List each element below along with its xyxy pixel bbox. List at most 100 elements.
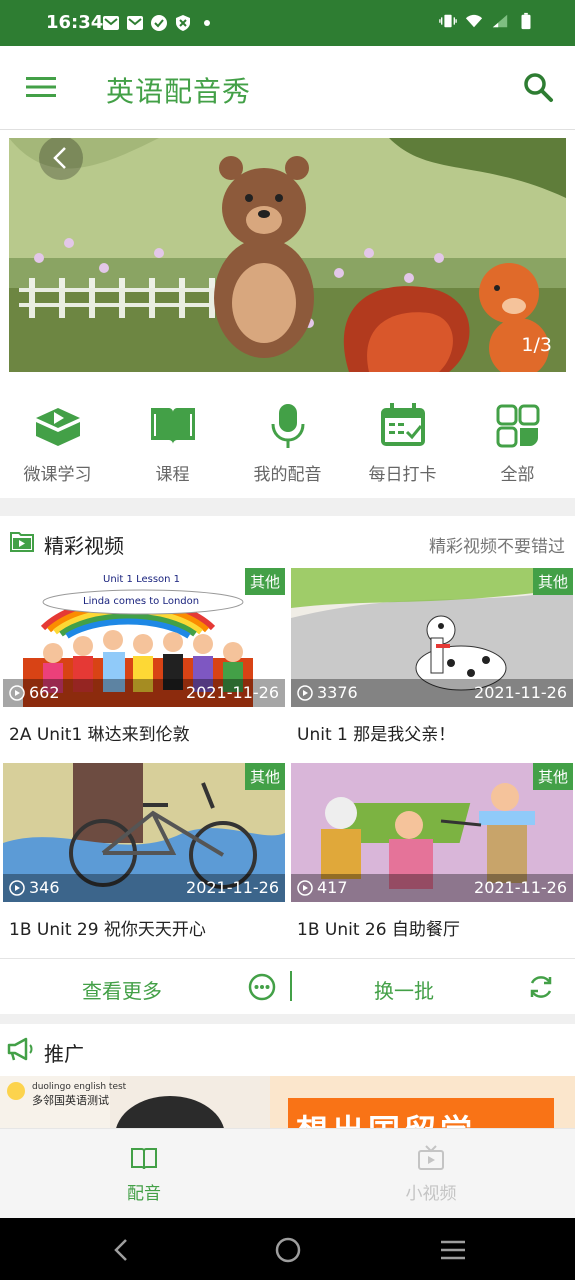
video-folder-icon (10, 532, 34, 552)
video-thumbnail: 其他 346 2021-11-26 (3, 763, 285, 902)
quick-nav-my-dubbing[interactable]: 我的配音 (230, 380, 345, 498)
quick-nav-micro-lessons[interactable]: 微课学习 (0, 380, 115, 498)
app-title: 英语配音秀 (106, 75, 252, 108)
status-time: 16:34 (46, 12, 104, 33)
grid-icon (496, 404, 539, 448)
category-tag: 其他 (244, 763, 285, 790)
video-title: Unit 1 那是我父亲！ (297, 725, 456, 745)
megaphone-icon (7, 1037, 33, 1061)
refresh-batch-button[interactable]: 换一批 (374, 975, 434, 1004)
featured-videos-section: 精彩视频 精彩视频不要错过 Unit 1 Lesson 1 Linda come… (0, 516, 575, 1014)
play-count: 3376 (297, 683, 358, 702)
play-circle-icon (297, 684, 313, 701)
quick-nav-all[interactable]: 全部 (460, 380, 575, 498)
open-book-icon (150, 408, 195, 444)
promotion-logo-text: duolingo english test (32, 1082, 127, 1092)
play-count: 662 (9, 683, 60, 702)
dot-icon (204, 20, 210, 26)
thumbnail-caption: Unit 1 Lesson 1 (103, 574, 181, 585)
home-icon[interactable] (274, 1236, 302, 1264)
app-bar: 英语配音秀 (0, 46, 575, 130)
video-date: 2021-11-26 (474, 683, 567, 702)
nav-dubbing[interactable]: 配音 (84, 1143, 204, 1204)
banner-carousel[interactable]: 1/3 (9, 138, 566, 372)
book-icon (131, 1148, 157, 1170)
vibrate-icon (439, 14, 457, 28)
quick-nav-label: 每日打卡 (368, 465, 437, 485)
video-thumbnail: 其他 3376 2021-11-26 (291, 568, 573, 707)
shield-icon (176, 15, 190, 31)
chevron-left-icon (53, 147, 66, 169)
play-count-value: 662 (29, 683, 60, 702)
battery-icon (521, 12, 531, 30)
quick-nav-label: 我的配音 (253, 465, 322, 485)
recents-icon[interactable] (439, 1236, 467, 1264)
banner-prev-button[interactable] (39, 138, 83, 180)
play-book-icon (35, 408, 80, 446)
play-count: 417 (297, 878, 348, 897)
video-card[interactable]: 其他 3376 2021-11-26 Unit 1 那是我父亲！ (291, 568, 573, 758)
menu-icon[interactable] (24, 74, 58, 100)
video-thumbnail: 其他 417 2021-11-26 (291, 763, 573, 902)
play-circle-icon (9, 684, 25, 701)
wifi-icon (465, 14, 483, 28)
status-bar: 16:34 (0, 0, 575, 46)
banner-section: 1/3 (0, 130, 575, 380)
promotion-logo-subtitle: 多邻国英语测试 (32, 1094, 109, 1107)
video-date: 2021-11-26 (186, 878, 279, 897)
category-tag: 其他 (532, 763, 573, 790)
video-card[interactable]: 其他 417 2021-11-26 1B Unit 26 自助餐厅 (291, 763, 573, 953)
back-icon[interactable] (108, 1236, 136, 1264)
system-status-icons (439, 12, 535, 30)
quick-nav-label: 全部 (500, 465, 535, 485)
play-circle-icon (297, 879, 313, 896)
section-title: 精彩视频 (44, 534, 124, 558)
quick-nav-label: 课程 (155, 465, 190, 485)
view-more-button[interactable]: 查看更多 (82, 975, 162, 1004)
more-dots-icon[interactable] (248, 973, 276, 1001)
thumbnail-caption: Linda comes to London (83, 596, 200, 607)
category-tag: 其他 (244, 568, 285, 595)
video-meta: 346 2021-11-26 (3, 874, 285, 902)
video-title: 2A Unit1 琳达来到伦敦 (9, 725, 190, 745)
section-subtitle: 精彩视频不要错过 (429, 537, 565, 557)
bottom-nav: 配音 小视频 (0, 1128, 575, 1218)
video-card[interactable]: Unit 1 Lesson 1 Linda comes to London 其他… (3, 568, 285, 758)
system-navigation-bar (0, 1218, 575, 1280)
microphone-icon (271, 404, 304, 448)
banner-illustration (9, 138, 566, 372)
promotion-ad-text: 想出国留学 (296, 1106, 476, 1128)
quick-nav: 微课学习 课程 我的配音 每日打卡 全部 (0, 380, 575, 498)
play-count-value: 3376 (317, 683, 358, 702)
promotion-banner[interactable]: duolingo english test 多邻国英语测试 想出国留学 (0, 1076, 575, 1128)
play-circle-icon (9, 879, 25, 896)
video-card[interactable]: 其他 346 2021-11-26 1B Unit 29 祝你天天开心 (3, 763, 285, 953)
video-date: 2021-11-26 (474, 878, 567, 897)
video-title: 1B Unit 26 自助餐厅 (297, 920, 460, 940)
nav-short-videos[interactable]: 小视频 (371, 1143, 491, 1204)
banner-counter: 1/3 (521, 334, 552, 356)
category-tag: 其他 (532, 568, 573, 595)
play-count: 346 (9, 878, 60, 897)
mail-icon (103, 16, 119, 30)
tv-play-icon (418, 1145, 444, 1170)
quick-nav-courses[interactable]: 课程 (115, 380, 230, 498)
notification-icons (102, 14, 216, 32)
video-thumbnail: Unit 1 Lesson 1 Linda comes to London 其他… (3, 568, 285, 707)
nav-label: 配音 (127, 1184, 161, 1204)
refresh-icon[interactable] (527, 973, 555, 1001)
video-meta: 662 2021-11-26 (3, 679, 285, 707)
play-count-value: 417 (317, 878, 348, 897)
search-icon[interactable] (521, 70, 555, 104)
mail-icon (127, 16, 143, 30)
video-meta: 3376 2021-11-26 (291, 679, 573, 707)
quick-nav-daily-checkin[interactable]: 每日打卡 (345, 380, 460, 498)
calendar-check-icon (380, 403, 425, 446)
video-meta: 417 2021-11-26 (291, 874, 573, 902)
promotion-section: 推广 duolingo english test 多邻国英语测试 想出国留学 (0, 1024, 575, 1128)
divider (290, 971, 292, 1001)
check-circle-icon (151, 15, 167, 31)
signal-icon (492, 14, 508, 28)
play-count-value: 346 (29, 878, 60, 897)
section-actions: 查看更多 换一批 (0, 958, 575, 1014)
